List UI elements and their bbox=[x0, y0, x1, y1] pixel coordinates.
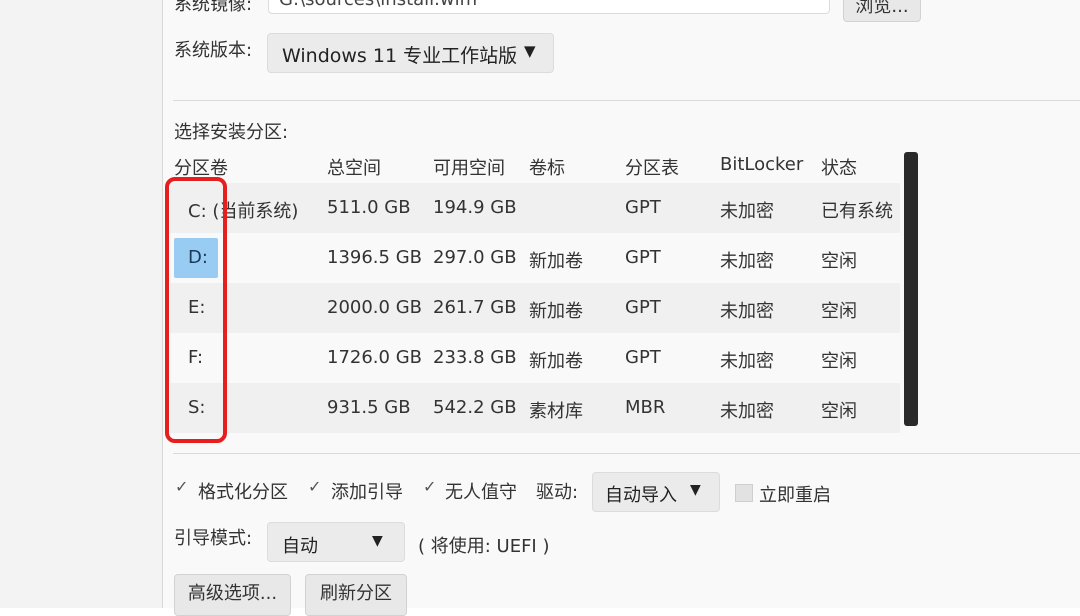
version-label: 系统版本: bbox=[174, 40, 253, 61]
boot-mode-note: ( 将使用: UEFI ) bbox=[418, 536, 550, 557]
restart-label: 立即重启 bbox=[759, 485, 831, 506]
column-header-status: 状态 bbox=[821, 158, 857, 179]
cell-label: 素材库 bbox=[529, 401, 583, 422]
cell-label: 新加卷 bbox=[529, 301, 583, 322]
cell-free: 194.9 GB bbox=[433, 197, 517, 218]
section-divider bbox=[173, 453, 1080, 454]
cell-table: MBR bbox=[625, 397, 666, 418]
table-row[interactable]: F: 1726.0 GB 233.8 GB 新加卷 GPT 未加密 空闲 bbox=[170, 333, 900, 383]
boot-mode-selected-text: 自动 bbox=[282, 536, 318, 557]
partition-section-label: 选择安装分区: bbox=[174, 122, 289, 143]
boot-mode-label: 引导模式: bbox=[174, 528, 253, 549]
cell-status: 空闲 bbox=[821, 401, 857, 422]
cell-table: GPT bbox=[625, 347, 661, 368]
dropdown-arrow-icon: ▼ bbox=[372, 533, 383, 549]
cell-table: GPT bbox=[625, 247, 661, 268]
unattended-label: 无人值守 bbox=[445, 482, 517, 503]
advanced-options-button[interactable]: 高级选项... bbox=[174, 574, 291, 616]
cell-free: 542.2 GB bbox=[433, 397, 517, 418]
format-checkbox[interactable]: ✓ bbox=[175, 477, 188, 496]
version-select[interactable]: Windows 11 专业工作站版 ▼ bbox=[267, 33, 554, 73]
version-selected-text: Windows 11 专业工作站版 bbox=[282, 45, 518, 67]
partition-table: C: (当前系统) 511.0 GB 194.9 GB GPT 未加密 已有系统… bbox=[170, 183, 900, 437]
cell-bitlocker: 未加密 bbox=[720, 251, 774, 272]
driver-selected-text: 自动导入 bbox=[605, 485, 677, 506]
install-panel: 系统镜像: G:\sources\install.wim 浏览... 系统版本:… bbox=[163, 0, 1080, 616]
cell-status: 已有系统 bbox=[821, 201, 893, 222]
cell-total: 2000.0 GB bbox=[327, 297, 423, 318]
refresh-partitions-button[interactable]: 刷新分区 bbox=[305, 574, 407, 616]
cell-total: 1396.5 GB bbox=[327, 247, 423, 268]
image-source-label: 系统镜像: bbox=[174, 0, 253, 15]
column-header-table: 分区表 bbox=[625, 158, 679, 179]
table-scrollbar[interactable] bbox=[904, 152, 918, 426]
driver-label: 驱动: bbox=[536, 482, 579, 503]
restart-checkbox[interactable] bbox=[735, 484, 753, 502]
section-divider bbox=[173, 100, 1080, 101]
cell-bitlocker: 未加密 bbox=[720, 201, 774, 222]
column-header-total: 总空间 bbox=[327, 158, 381, 179]
table-row[interactable]: E: 2000.0 GB 261.7 GB 新加卷 GPT 未加密 空闲 bbox=[170, 283, 900, 333]
table-row-selected[interactable]: D: 1396.5 GB 297.0 GB 新加卷 GPT 未加密 空闲 bbox=[170, 233, 900, 283]
cell-bitlocker: 未加密 bbox=[720, 351, 774, 372]
cell-label: 新加卷 bbox=[529, 251, 583, 272]
browse-button[interactable]: 浏览... bbox=[843, 0, 921, 22]
cell-free: 233.8 GB bbox=[433, 347, 517, 368]
boot-mode-select[interactable]: 自动 ▼ bbox=[267, 522, 405, 562]
column-header-free: 可用空间 bbox=[433, 158, 505, 179]
format-label: 格式化分区 bbox=[198, 482, 288, 503]
cell-table: GPT bbox=[625, 297, 661, 318]
left-background bbox=[0, 0, 162, 608]
dropdown-arrow-icon: ▼ bbox=[524, 42, 536, 60]
driver-select[interactable]: 自动导入 ▼ bbox=[592, 472, 720, 512]
cell-label: 新加卷 bbox=[529, 351, 583, 372]
cell-status: 空闲 bbox=[821, 251, 857, 272]
cell-total: 1726.0 GB bbox=[327, 347, 423, 368]
cell-table: GPT bbox=[625, 197, 661, 218]
cell-free: 297.0 GB bbox=[433, 247, 517, 268]
table-row[interactable]: S: 931.5 GB 542.2 GB 素材库 MBR 未加密 空闲 bbox=[170, 383, 900, 433]
cell-status: 空闲 bbox=[821, 351, 857, 372]
dropdown-arrow-icon: ▼ bbox=[690, 482, 701, 498]
unattended-checkbox[interactable]: ✓ bbox=[423, 477, 436, 496]
table-row[interactable]: C: (当前系统) 511.0 GB 194.9 GB GPT 未加密 已有系统 bbox=[170, 183, 900, 233]
cell-bitlocker: 未加密 bbox=[720, 301, 774, 322]
cell-bitlocker: 未加密 bbox=[720, 401, 774, 422]
add-boot-checkbox[interactable]: ✓ bbox=[308, 477, 321, 496]
image-path-input[interactable]: G:\sources\install.wim bbox=[268, 0, 830, 14]
add-boot-label: 添加引导 bbox=[331, 482, 403, 503]
cell-total: 931.5 GB bbox=[327, 397, 411, 418]
column-header-label: 卷标 bbox=[529, 158, 565, 179]
cell-status: 空闲 bbox=[821, 301, 857, 322]
cell-total: 511.0 GB bbox=[327, 197, 411, 218]
cell-free: 261.7 GB bbox=[433, 297, 517, 318]
red-annotation-box bbox=[165, 177, 227, 443]
image-path-text: G:\sources\install.wim bbox=[279, 0, 477, 10]
column-header-bitlocker: BitLocker bbox=[720, 154, 804, 175]
